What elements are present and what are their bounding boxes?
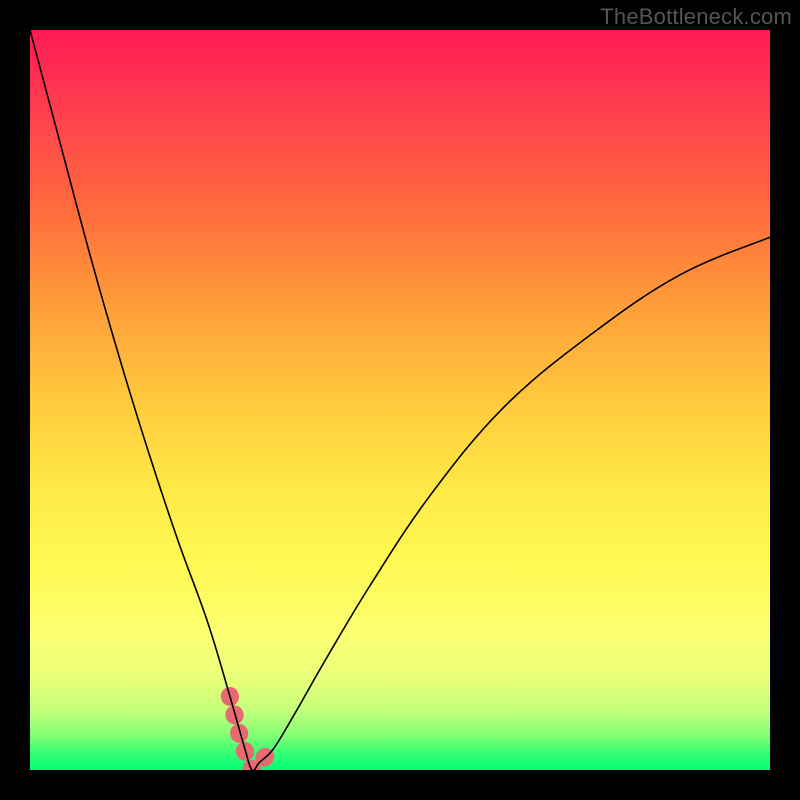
bottleneck-curve: [30, 30, 770, 770]
plot-area: [30, 30, 770, 770]
optimal-range-marker: [230, 696, 274, 770]
chart-frame: TheBottleneck.com: [0, 0, 800, 800]
curve-layer: [30, 30, 770, 770]
attribution-text: TheBottleneck.com: [600, 4, 792, 30]
